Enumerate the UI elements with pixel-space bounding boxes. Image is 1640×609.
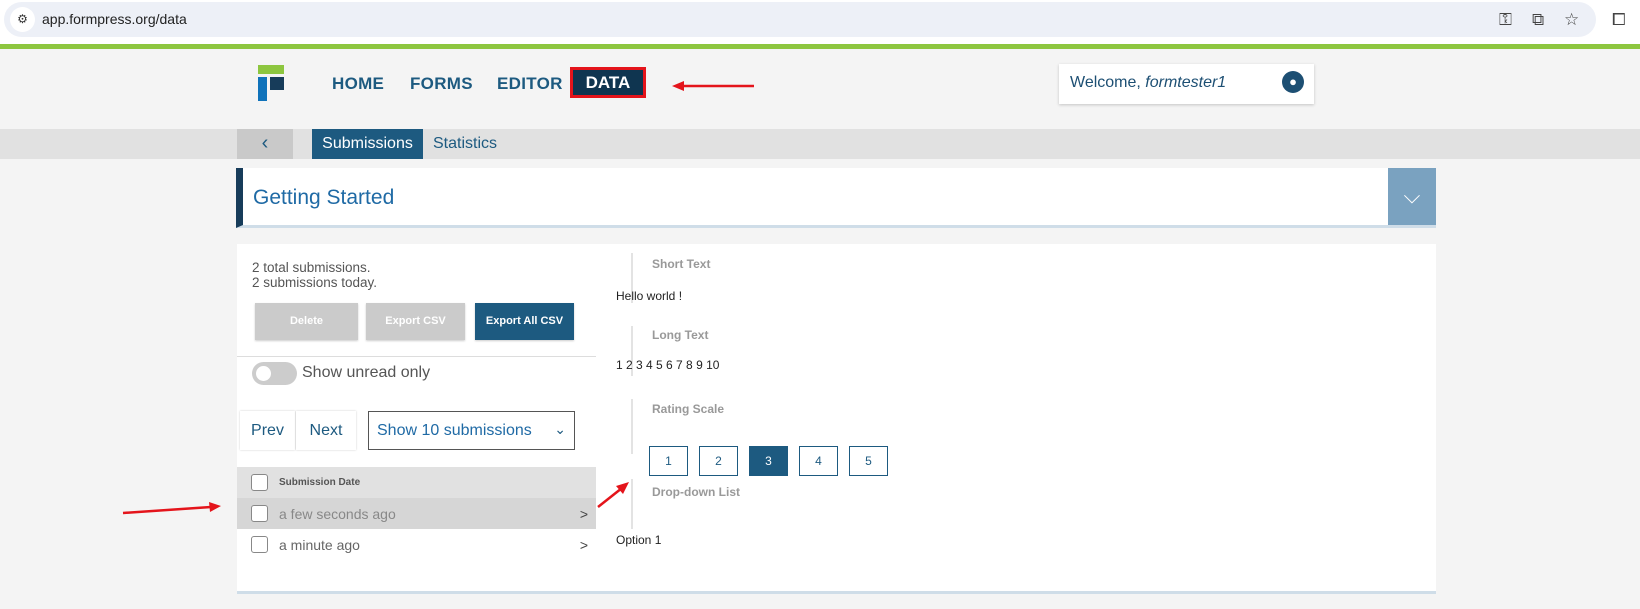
nav-data[interactable]: DATA (570, 67, 646, 98)
nav-editor[interactable]: EDITOR (497, 74, 563, 94)
user-avatar-icon[interactable]: ● (1282, 71, 1304, 93)
table-row[interactable]: a minute ago > (237, 529, 596, 560)
column-submission-date: Submission Date (279, 477, 361, 488)
field-value: Option 1 (616, 533, 662, 547)
rating-option[interactable]: 2 (699, 446, 738, 476)
browser-toolbar: ⚙ app.formpress.org/data ⚿ ⧉ ☆ ⧠ (0, 0, 1640, 44)
divider (237, 356, 596, 357)
submissions-panel: 2 total submissions. 2 submissions today… (237, 244, 1436, 594)
key-icon[interactable]: ⚿ (1499, 10, 1512, 30)
submission-date: a few seconds ago (279, 506, 396, 522)
star-icon[interactable]: ☆ (1564, 10, 1579, 30)
brand-stripe (0, 44, 1640, 49)
table-header: Submission Date (237, 467, 596, 498)
delete-button[interactable]: Delete (255, 303, 358, 340)
rating-option[interactable]: 5 (849, 446, 888, 476)
total-submissions: 2 total submissions. (252, 260, 371, 275)
back-button[interactable]: ‹ (237, 129, 293, 159)
chevron-right-icon[interactable]: > (580, 506, 588, 522)
chevron-right-icon[interactable]: > (580, 537, 588, 553)
rating-option-selected[interactable]: 3 (749, 446, 788, 476)
export-all-csv-button[interactable]: Export All CSV (475, 303, 574, 340)
prev-button[interactable]: Prev (240, 411, 295, 450)
translate-icon[interactable]: ⧉ (1532, 10, 1544, 30)
annotation-arrow (122, 502, 221, 515)
extensions-icon[interactable]: ⧠ (1612, 10, 1626, 30)
form-selector[interactable]: Getting Started ⌵ (236, 168, 1436, 228)
annotation-arrow (597, 482, 629, 508)
field-divider (631, 479, 633, 529)
field-label: Rating Scale (652, 402, 725, 416)
rating-option[interactable]: 4 (799, 446, 838, 476)
export-csv-button[interactable]: Export CSV (366, 303, 465, 340)
chevron-down-icon[interactable]: ⌵ (1388, 168, 1436, 225)
field-value: 1 2 3 4 5 6 7 8 9 10 (616, 358, 720, 372)
annotation-arrow (672, 81, 754, 91)
nav-home[interactable]: HOME (332, 74, 384, 94)
page-size-value: Show 10 submissions (377, 422, 532, 439)
field-value: Hello world ! (616, 289, 683, 303)
chevron-down-icon: ⌄ (554, 421, 566, 437)
username: formtester1 (1145, 74, 1227, 91)
address-bar[interactable]: ⚙ app.formpress.org/data ⚿ ⧉ ☆ (4, 2, 1596, 37)
welcome-box[interactable]: Welcome, formtester1 ● (1059, 64, 1314, 104)
submission-date: a minute ago (279, 537, 360, 553)
field-label: Long Text (652, 328, 709, 342)
table-row[interactable]: a few seconds ago > (237, 498, 596, 529)
unread-toggle[interactable] (252, 362, 297, 385)
page-size-select[interactable]: Show 10 submissions ⌄ (368, 411, 575, 450)
field-divider (631, 399, 633, 454)
next-button[interactable]: Next (296, 411, 356, 450)
row-checkbox[interactable] (251, 536, 268, 553)
site-settings-icon[interactable]: ⚙ (10, 7, 35, 32)
form-title: Getting Started (253, 186, 395, 209)
formpress-logo[interactable] (258, 65, 288, 101)
today-submissions: 2 submissions today. (252, 275, 378, 290)
nav-forms[interactable]: FORMS (410, 74, 473, 94)
row-checkbox[interactable] (251, 505, 268, 522)
rating-option[interactable]: 1 (649, 446, 688, 476)
tab-submissions[interactable]: Submissions (312, 129, 423, 159)
field-label: Short Text (652, 257, 711, 271)
field-label: Drop-down List (652, 485, 740, 499)
tab-statistics[interactable]: Statistics (433, 129, 497, 159)
url-text[interactable]: app.formpress.org/data (42, 11, 187, 27)
welcome-text: Welcome, (1070, 74, 1146, 91)
toggle-label: Show unread only (302, 364, 431, 381)
select-all-checkbox[interactable] (251, 474, 268, 491)
